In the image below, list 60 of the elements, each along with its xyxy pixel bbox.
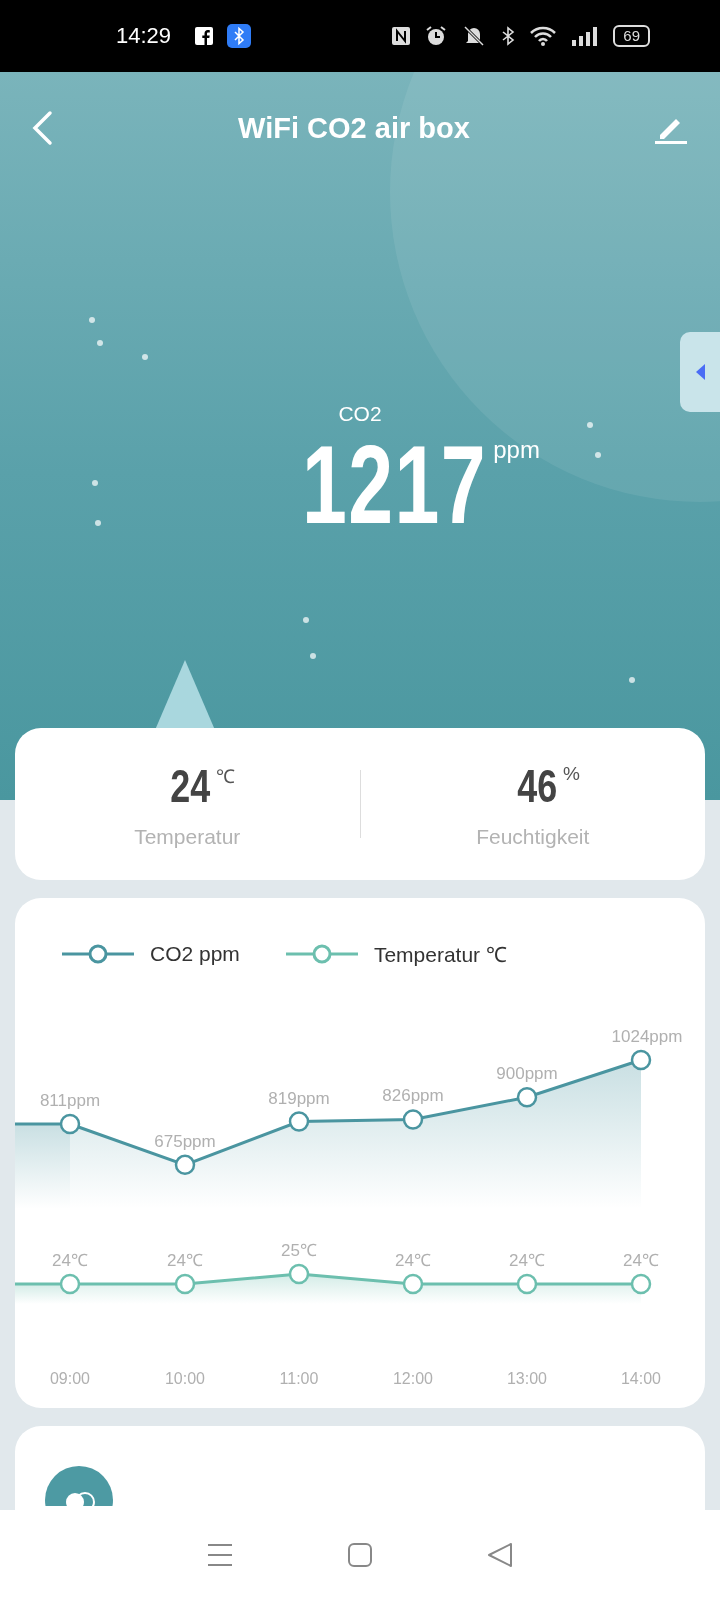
facebook-icon	[195, 27, 214, 45]
alarm-icon	[425, 25, 448, 47]
value-label: 826ppm	[382, 1086, 444, 1106]
data-point	[402, 1109, 424, 1130]
stat-unit: ℃	[216, 765, 236, 789]
data-point	[288, 1263, 310, 1285]
co2-unit: ppm	[493, 436, 540, 464]
value-label: 1024ppm	[611, 1027, 683, 1046]
status-time: 14:29	[116, 23, 172, 49]
value-label: 24℃	[623, 1251, 659, 1270]
x-axis-label: 10:00	[165, 1370, 205, 1387]
x-axis-label: 13:00	[507, 1370, 547, 1387]
value-label: 25℃	[281, 1241, 317, 1260]
signal-icon	[571, 25, 600, 47]
battery-indicator: 69	[613, 25, 650, 47]
value-label: 24℃	[52, 1251, 88, 1270]
value-label: 675ppm	[154, 1131, 216, 1151]
value-label: 900ppm	[496, 1064, 558, 1084]
wifi-icon	[529, 25, 558, 47]
value-label: 24℃	[395, 1251, 431, 1270]
legend-marker-icon	[283, 944, 360, 964]
x-axis-label: 09:00	[50, 1370, 90, 1387]
back-icon[interactable]	[30, 110, 54, 146]
x-axis-label: 14:00	[621, 1370, 661, 1387]
legend-label: CO2 ppm	[150, 942, 240, 966]
data-point	[288, 1111, 310, 1132]
stat-unit: %	[562, 763, 580, 785]
data-point	[630, 1273, 652, 1295]
stat-label: Temperatur	[134, 825, 241, 849]
co2-value: 1217	[302, 426, 488, 544]
value-label: 819ppm	[268, 1088, 330, 1108]
x-axis-label: 12:00	[393, 1370, 433, 1387]
data-point	[516, 1273, 538, 1295]
data-point	[174, 1154, 196, 1176]
screen-title: WiFi CO2 air box	[238, 111, 470, 145]
home-icon[interactable]	[347, 1542, 373, 1568]
stat-label: Feuchtigkeit	[476, 825, 590, 849]
stat-value: 24	[170, 759, 211, 813]
data-point	[402, 1273, 424, 1295]
data-point	[630, 1049, 652, 1071]
reading-label: CO2	[338, 402, 382, 426]
legend-label: Temperatur ℃	[373, 942, 507, 968]
legend-marker-icon	[60, 944, 136, 964]
back-icon[interactable]	[487, 1542, 513, 1568]
data-point	[516, 1087, 538, 1108]
bluetooth-icon	[227, 24, 252, 48]
value-label: 24℃	[167, 1251, 203, 1270]
bluetooth-icon	[501, 25, 516, 47]
stat-value: 46	[516, 759, 557, 813]
menu-icon[interactable]	[207, 1543, 233, 1567]
caret-icon	[694, 363, 706, 381]
data-point	[59, 1273, 81, 1295]
value-label: 811ppm	[39, 1091, 101, 1110]
side-panel-tab[interactable]	[680, 332, 720, 412]
data-point	[174, 1273, 196, 1295]
data-point	[59, 1113, 81, 1135]
x-axis-label: 11:00	[279, 1370, 319, 1387]
scene-icon	[45, 1466, 113, 1506]
nfc-icon	[391, 26, 412, 46]
value-label: 24℃	[509, 1251, 545, 1270]
